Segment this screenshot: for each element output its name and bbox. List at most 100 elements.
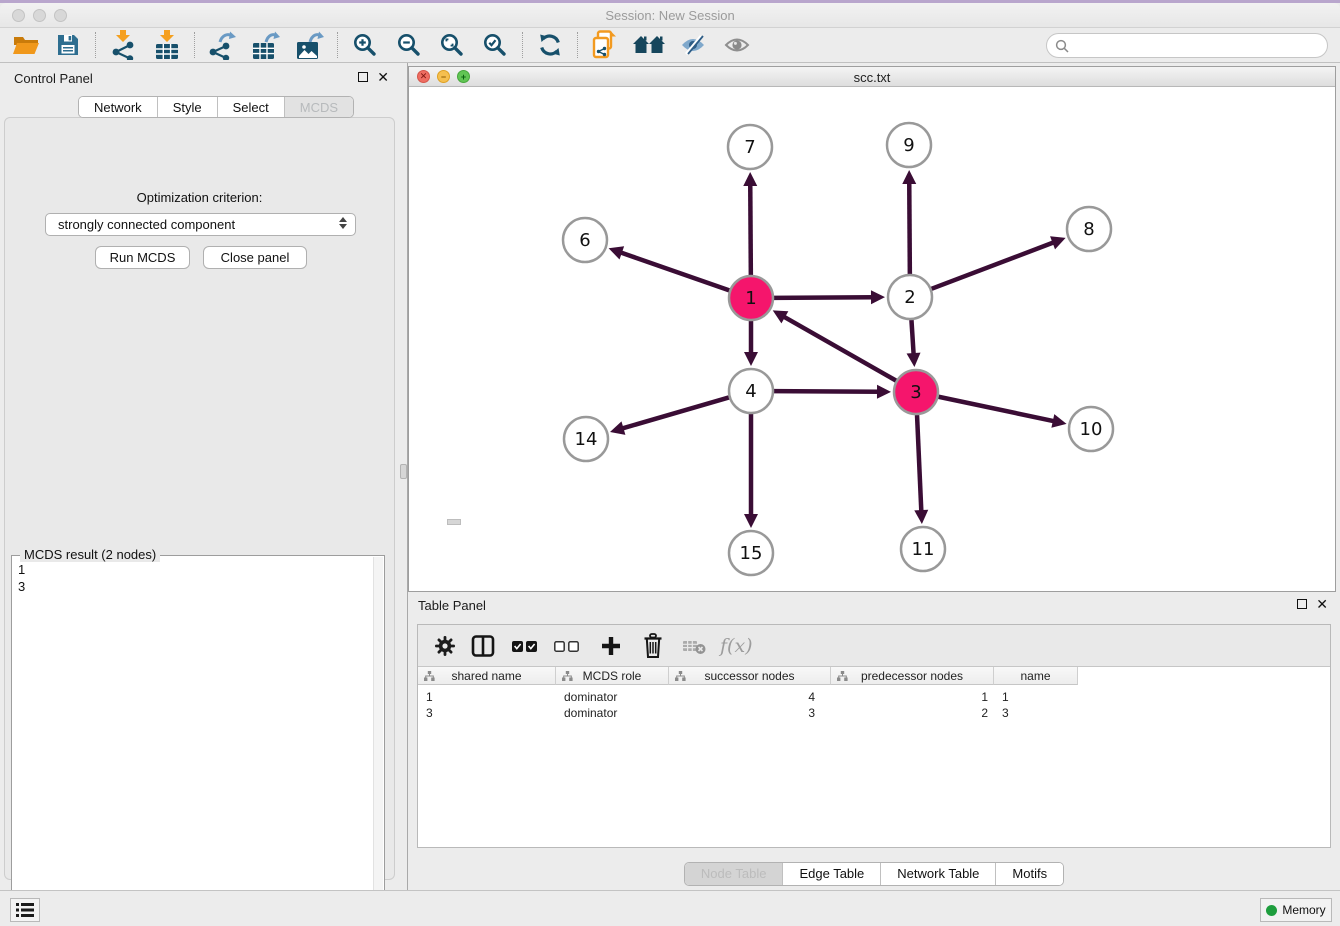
list-icon [16,903,34,917]
cell-shared-name[interactable]: 3 [418,705,556,721]
graph-edge-4-3[interactable] [774,391,880,392]
import-network-icon[interactable] [105,30,141,60]
graph-node-label-6: 6 [579,230,590,251]
graph-edge-arrow [610,421,625,434]
duplicate-network-icon[interactable] [587,30,623,60]
memory-button[interactable]: Memory [1260,898,1332,922]
graph-edge-2-8[interactable] [932,242,1056,289]
tab-mcds[interactable]: MCDS [284,97,353,117]
zoom-fit-icon[interactable] [434,30,470,60]
tab-motifs[interactable]: Motifs [995,863,1063,885]
criterion-value: strongly connected component [58,217,235,232]
graph-edge-3-1[interactable] [782,316,896,381]
column-header-shared-name[interactable]: shared name [418,667,556,685]
criterion-dropdown[interactable]: strongly connected component [45,213,356,236]
column-header-name[interactable]: name [994,667,1078,685]
namespace-icon [562,671,573,681]
table-tabs-bar: Node Table Edge Table Network Table Moti… [408,862,1340,886]
tab-style[interactable]: Style [157,97,217,117]
vertical-splitter[interactable] [399,63,408,890]
cell-successor-nodes[interactable]: 3 [669,705,831,721]
network-window-title: scc.txt [409,70,1335,85]
tab-network-table[interactable]: Network Table [880,863,995,885]
namespace-icon [675,671,686,681]
cell-name[interactable]: 1 [994,689,1078,705]
graph-edge-3-10[interactable] [939,397,1056,422]
hide-selected-eye-icon[interactable] [675,30,711,60]
save-session-icon[interactable] [50,30,86,60]
optimization-criterion-label: Optimization criterion: [5,190,394,205]
deselect-all-checkboxes-icon[interactable] [550,629,584,663]
graph-node-label-8: 8 [1083,219,1094,240]
graph-edge-1-7[interactable] [750,183,751,275]
graph-edge-arrow [914,510,928,524]
open-session-icon[interactable] [8,30,44,60]
import-table-icon[interactable] [149,30,185,60]
home-icon[interactable] [631,30,667,60]
horizontal-splitter-handle[interactable] [447,519,461,525]
graph-node-label-4: 4 [745,381,756,402]
table-settings-gear-icon[interactable] [428,629,462,663]
close-panel-button[interactable]: Close panel [203,246,307,269]
delete-column-trash-icon[interactable] [636,629,670,663]
table-row-3[interactable]: 3dominator323 [418,705,1078,721]
graph-node-label-14: 14 [575,429,598,450]
control-panel-header: Control Panel ✕ [0,67,399,91]
function-builder-icon[interactable]: f(x) [720,635,753,657]
float-table-panel-icon[interactable] [1297,599,1307,609]
export-network-icon[interactable] [204,30,240,60]
cell-name[interactable]: 3 [994,705,1078,721]
network-window-titlebar[interactable]: ✕ − + scc.txt [409,67,1335,87]
add-column-plus-icon[interactable] [594,629,628,663]
zoom-selected-icon[interactable] [477,30,513,60]
toolbar-separator [194,32,195,58]
tab-select[interactable]: Select [217,97,284,117]
graph-edge-4-14[interactable] [621,397,729,429]
delete-table-icon[interactable] [678,629,712,663]
graph-edge-2-9[interactable] [909,181,910,274]
search-input[interactable] [1074,38,1327,53]
task-history-button[interactable] [10,898,40,922]
float-panel-icon[interactable] [358,72,368,82]
tab-edge-table[interactable]: Edge Table [782,863,880,885]
show-all-eye-icon[interactable] [719,30,755,60]
graph-edge-1-6[interactable] [619,252,729,291]
zoom-out-icon[interactable] [391,30,427,60]
graph-edge-2-3[interactable] [911,320,913,356]
split-view-icon[interactable] [466,629,500,663]
mcds-result-text[interactable]: 1 3 [18,561,370,922]
export-image-icon[interactable] [292,30,328,60]
close-table-panel-icon[interactable]: ✕ [1316,598,1328,610]
result-scrollbar[interactable] [373,557,383,923]
mcds-result-title: MCDS result (2 nodes) [20,547,160,562]
tab-node-table[interactable]: Node Table [685,863,783,885]
zoom-in-icon[interactable] [347,30,383,60]
close-panel-icon[interactable]: ✕ [377,71,389,83]
graph-edge-arrow [871,290,885,304]
cell-predecessor-nodes[interactable]: 1 [831,689,994,705]
main-toolbar [0,28,1340,63]
column-header-MCDS-role[interactable]: MCDS role [556,667,669,685]
column-header-predecessor-nodes[interactable]: predecessor nodes [831,667,994,685]
cell-MCDS-role[interactable]: dominator [556,689,669,705]
select-all-checkboxes-icon[interactable] [508,629,542,663]
cell-shared-name[interactable]: 1 [418,689,556,705]
cell-predecessor-nodes[interactable]: 2 [831,705,994,721]
run-mcds-button[interactable]: Run MCDS [95,246,190,269]
search-field[interactable] [1046,33,1328,58]
network-canvas[interactable]: 7968124314101511 [409,87,1335,591]
table-row-1[interactable]: 1dominator411 [418,689,1078,705]
export-table-icon[interactable] [248,30,284,60]
tab-network[interactable]: Network [79,97,157,117]
cell-successor-nodes[interactable]: 4 [669,689,831,705]
splitter-handle[interactable] [400,464,407,479]
graph-edge-3-11[interactable] [917,415,921,513]
graph-edge-arrow [743,172,757,186]
graph-edge-1-2[interactable] [774,297,874,298]
graph-node-label-10: 10 [1080,419,1103,440]
graph-node-label-3: 3 [910,382,921,403]
column-header-successor-nodes[interactable]: successor nodes [669,667,831,685]
refresh-icon[interactable] [532,30,568,60]
graph-edge-arrow [902,170,916,184]
cell-MCDS-role[interactable]: dominator [556,705,669,721]
